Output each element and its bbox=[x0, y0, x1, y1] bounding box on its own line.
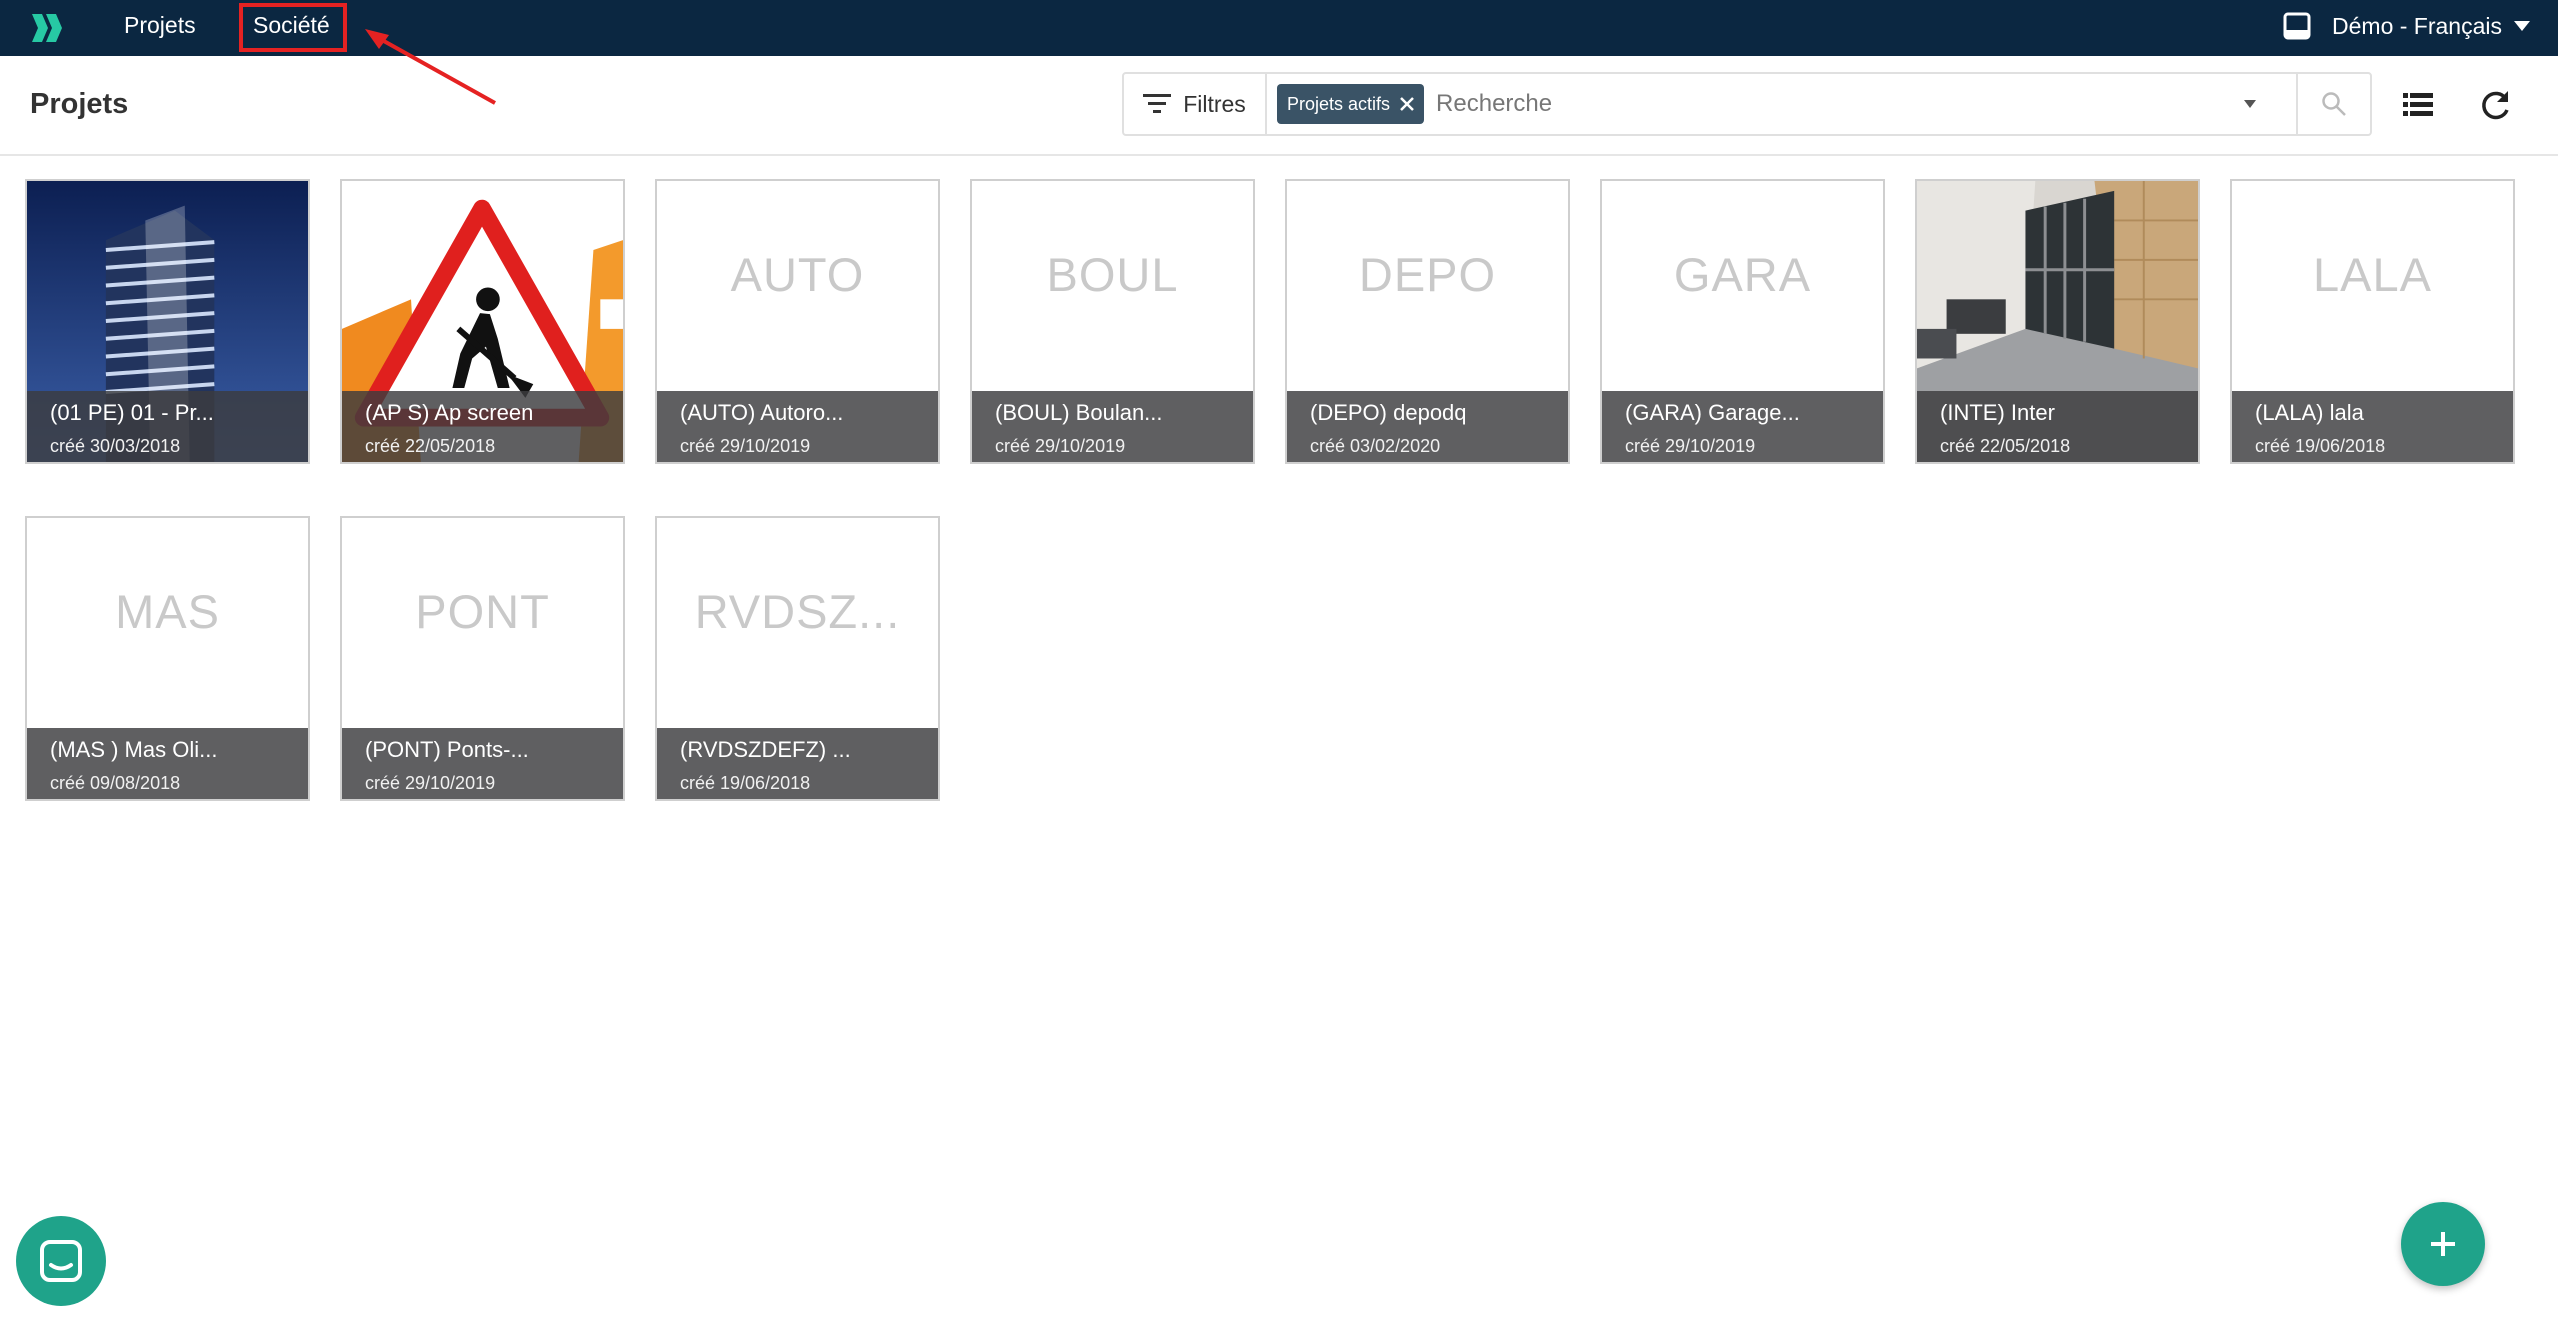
card-placeholder-code: AUTO bbox=[730, 248, 865, 301]
card-placeholder-code: DEPO bbox=[1358, 248, 1497, 301]
inbox-icon bbox=[2283, 12, 2311, 40]
project-card[interactable]: RVDSZ... (RVDSZDEFZ) ... créé 19/06/2018 bbox=[655, 516, 940, 801]
filter-chip-label: Projets actifs bbox=[1287, 93, 1391, 114]
card-date: créé 03/02/2020 bbox=[1310, 436, 1441, 456]
card-title: (INTE) Inter bbox=[1940, 400, 2055, 425]
project-card[interactable]: MAS (MAS ) Mas Oli... créé 09/08/2018 bbox=[25, 516, 310, 801]
filters-button[interactable]: Filtres bbox=[1124, 74, 1267, 134]
card-title: (LALA) lala bbox=[2255, 400, 2364, 425]
app-logo-icon[interactable] bbox=[28, 8, 68, 48]
card-title: (AP S) Ap screen bbox=[365, 400, 534, 425]
card-title: (BOUL) Boulan... bbox=[995, 400, 1163, 425]
user-menu-label: Démo - Français bbox=[2332, 12, 2502, 39]
toolbar: Projets Filtres Projets actifs bbox=[0, 56, 2558, 156]
card-date: créé 29/10/2019 bbox=[365, 773, 496, 793]
card-placeholder-code: LALA bbox=[2313, 248, 2432, 301]
search-icon bbox=[2322, 92, 2346, 116]
project-card[interactable]: (01 PE) 01 - Pr... créé 30/03/2018 bbox=[25, 179, 310, 464]
card-date: créé 19/06/2018 bbox=[680, 773, 811, 793]
project-card[interactable]: AUTO (AUTO) Autoro... créé 29/10/2019 bbox=[655, 179, 940, 464]
card-date: créé 09/08/2018 bbox=[50, 773, 181, 793]
active-filter-chip: Projets actifs bbox=[1277, 84, 1425, 124]
card-title: (MAS ) Mas Oli... bbox=[50, 737, 218, 762]
project-card[interactable]: GARA (GARA) Garage... créé 29/10/2019 bbox=[1600, 179, 1885, 464]
nav-item-projets[interactable]: Projets bbox=[124, 10, 196, 40]
card-caption: (DEPO) depodq créé 03/02/2020 bbox=[1287, 391, 1568, 462]
list-view-icon[interactable] bbox=[2401, 88, 2435, 122]
card-title: (GARA) Garage... bbox=[1625, 400, 1800, 425]
card-caption: (PONT) Ponts-... créé 29/10/2019 bbox=[342, 728, 623, 799]
chat-icon bbox=[40, 1240, 82, 1282]
filter-icon bbox=[1143, 94, 1172, 113]
card-title: (01 PE) 01 - Pr... bbox=[50, 400, 214, 425]
card-caption: (AP S) Ap screen créé 22/05/2018 bbox=[342, 391, 623, 462]
card-date: créé 30/03/2018 bbox=[50, 436, 181, 456]
project-card[interactable]: DEPO (DEPO) depodq créé 03/02/2020 bbox=[1285, 179, 1570, 464]
card-caption: (MAS ) Mas Oli... créé 09/08/2018 bbox=[27, 728, 308, 799]
add-project-button[interactable] bbox=[2401, 1202, 2485, 1286]
card-caption: (GARA) Garage... créé 29/10/2019 bbox=[1602, 391, 1883, 462]
card-date: créé 22/05/2018 bbox=[365, 436, 496, 456]
card-placeholder-code: BOUL bbox=[1046, 248, 1179, 301]
caret-down-icon bbox=[2514, 21, 2530, 31]
filter-search-group: Filtres Projets actifs bbox=[1122, 72, 2372, 136]
card-caption: (LALA) lala créé 19/06/2018 bbox=[2232, 391, 2513, 462]
card-date: créé 19/06/2018 bbox=[2255, 436, 2386, 456]
project-card[interactable]: (AP S) Ap screen créé 22/05/2018 bbox=[340, 179, 625, 464]
card-title: (AUTO) Autoro... bbox=[680, 400, 844, 425]
search-button[interactable] bbox=[2296, 74, 2370, 134]
chevron-down-icon[interactable] bbox=[2242, 99, 2258, 109]
card-caption: (AUTO) Autoro... créé 29/10/2019 bbox=[657, 391, 938, 462]
card-date: créé 22/05/2018 bbox=[1940, 436, 2071, 456]
page-title: Projets bbox=[30, 88, 129, 120]
annotation-highlight-box bbox=[239, 3, 347, 52]
card-caption: (BOUL) Boulan... créé 29/10/2019 bbox=[972, 391, 1253, 462]
card-date: créé 29/10/2019 bbox=[995, 436, 1126, 456]
card-placeholder-code: GARA bbox=[1673, 248, 1812, 301]
card-placeholder-code: PONT bbox=[415, 585, 550, 638]
card-date: créé 29/10/2019 bbox=[1625, 436, 1756, 456]
search-input[interactable] bbox=[1424, 74, 2242, 134]
card-caption: (INTE) Inter créé 22/05/2018 bbox=[1917, 391, 2198, 462]
card-date: créé 29/10/2019 bbox=[680, 436, 811, 456]
filters-button-label: Filtres bbox=[1183, 90, 1246, 117]
user-menu[interactable]: Démo - Français bbox=[2282, 10, 2530, 42]
refresh-icon[interactable] bbox=[2477, 88, 2513, 124]
project-card[interactable]: LALA (LALA) lala créé 19/06/2018 bbox=[2230, 179, 2515, 464]
card-title: (PONT) Ponts-... bbox=[365, 737, 529, 762]
card-placeholder-code: MAS bbox=[115, 585, 220, 638]
card-placeholder-code: RVDSZ... bbox=[694, 585, 901, 638]
plus-icon bbox=[2431, 1232, 2455, 1256]
chat-launcher-button[interactable] bbox=[16, 1216, 106, 1306]
card-caption: (01 PE) 01 - Pr... créé 30/03/2018 bbox=[27, 391, 308, 462]
project-card[interactable]: (INTE) Inter créé 22/05/2018 bbox=[1915, 179, 2200, 464]
card-title: (RVDSZDEFZ) ... bbox=[680, 737, 851, 762]
card-title: (DEPO) depodq bbox=[1310, 400, 1467, 425]
project-card[interactable]: PONT (PONT) Ponts-... créé 29/10/2019 bbox=[340, 516, 625, 801]
close-icon[interactable] bbox=[1398, 95, 1416, 113]
project-card[interactable]: BOUL (BOUL) Boulan... créé 29/10/2019 bbox=[970, 179, 1255, 464]
card-caption: (RVDSZDEFZ) ... créé 19/06/2018 bbox=[657, 728, 938, 799]
